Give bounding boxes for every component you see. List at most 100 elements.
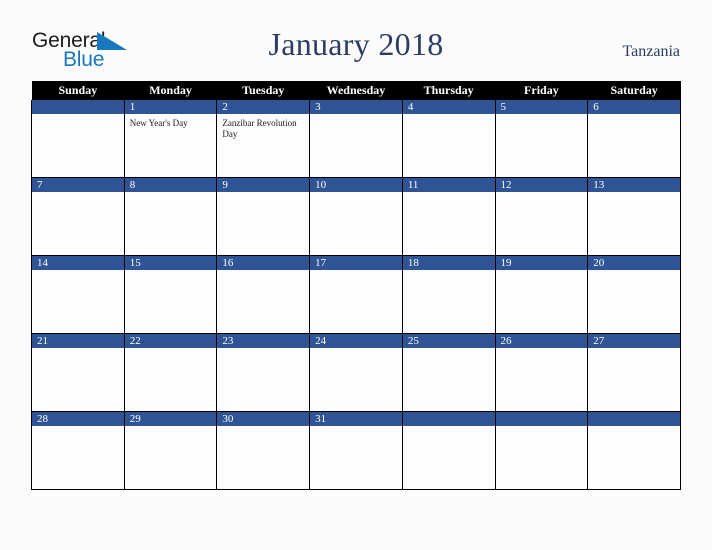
calendar-body: 1 New Year's Day 2 Zanzibar Revolution Day 3… [31,100,681,490]
day-number: 17 [310,256,402,270]
calendar-day-cell[interactable]: 7 [31,177,125,256]
day-events [125,270,217,274]
day-number: 22 [124,334,217,348]
day-events [588,426,680,430]
day-events [32,192,124,196]
calendar-day-cell[interactable] [587,411,681,490]
day-events [32,270,124,274]
calendar-day-cell[interactable]: 1 New Year's Day [123,100,218,178]
calendar-day-cell[interactable]: 4 [401,100,496,178]
calendar-day-cell[interactable]: 6 [587,100,681,178]
day-events [496,270,588,274]
calendar-day-cell[interactable]: 18 [401,255,496,334]
day-events [588,114,680,118]
calendar-week-row: 1 New Year's Day 2 Zanzibar Revolution Day 3… [31,100,681,178]
weekday-header-friday: Friday [495,81,588,100]
day-events: New Year's Day [125,114,217,129]
day-number [588,412,680,426]
day-events [588,270,680,274]
day-number: 9 [217,178,310,192]
day-number: 15 [124,256,217,270]
calendar-day-cell[interactable] [494,411,589,490]
holiday-event: Zanzibar Revolution Day [222,118,297,139]
calendar-day-cell[interactable]: 31 [309,411,403,490]
calendar-day-cell[interactable]: 12 [494,177,589,256]
calendar-day-cell[interactable]: 15 [123,255,218,334]
calendar-day-cell[interactable]: 3 [309,100,403,178]
day-number: 8 [124,178,217,192]
day-number: 4 [402,100,495,114]
calendar-day-cell[interactable]: 21 [31,333,125,412]
day-number: 10 [310,178,402,192]
day-number: 3 [310,100,402,114]
day-number [495,412,588,426]
calendar-week-row: 7 8 9 10 11 12 13 [31,177,681,256]
day-events [310,426,402,430]
calendar-day-cell[interactable]: 9 [216,177,311,256]
weekday-header-sunday: Sunday [31,81,125,100]
day-number [32,100,124,114]
day-events [403,192,495,196]
day-number: 20 [588,256,680,270]
calendar-day-cell[interactable]: 24 [309,333,403,412]
calendar-day-cell[interactable]: 11 [401,177,496,256]
calendar-day-cell[interactable]: 8 [123,177,218,256]
calendar-day-cell[interactable]: 17 [309,255,403,334]
calendar-day-cell[interactable] [401,411,496,490]
day-number: 30 [217,412,310,426]
calendar-day-cell[interactable] [31,100,125,178]
day-events [496,192,588,196]
calendar-day-cell[interactable]: 27 [587,333,681,412]
day-number: 1 [124,100,217,114]
day-number: 5 [495,100,588,114]
calendar-day-cell[interactable]: 29 [123,411,218,490]
calendar-day-cell[interactable]: 19 [494,255,589,334]
day-number: 19 [495,256,588,270]
weekday-header-wednesday: Wednesday [309,81,403,100]
day-events [588,348,680,352]
calendar-day-cell[interactable]: 25 [401,333,496,412]
day-events [310,270,402,274]
calendar-day-cell[interactable]: 13 [587,177,681,256]
day-number [402,412,495,426]
day-events [310,192,402,196]
day-number: 2 [217,100,310,114]
page-title: January 2018 [268,26,444,62]
day-number: 6 [588,100,680,114]
day-events [32,348,124,352]
day-events [217,348,309,352]
calendar-table: Sunday Monday Tuesday Wednesday Thursday Frid… [31,81,681,490]
day-number: 18 [402,256,495,270]
calendar-day-cell[interactable]: 23 [216,333,311,412]
calendar-week-row: 21 22 23 24 25 26 27 [31,333,681,412]
day-events [496,114,588,118]
calendar-week-row: 14 15 16 17 18 19 20 [31,255,681,334]
day-number: 7 [32,178,124,192]
calendar-day-cell[interactable]: 22 [123,333,218,412]
calendar-day-cell[interactable]: 28 [31,411,125,490]
calendar-day-cell[interactable]: 10 [309,177,403,256]
day-events [403,114,495,118]
day-number: 24 [310,334,402,348]
day-events [403,426,495,430]
calendar-day-cell[interactable]: 26 [494,333,589,412]
calendar-day-cell[interactable]: 16 [216,255,311,334]
day-events [125,192,217,196]
calendar-day-cell[interactable]: 5 [494,100,589,178]
day-number: 26 [495,334,588,348]
day-events [403,270,495,274]
calendar-day-cell[interactable]: 14 [31,255,125,334]
day-events [310,348,402,352]
calendar-day-cell[interactable]: 2 Zanzibar Revolution Day [216,100,311,178]
day-number: 23 [217,334,310,348]
day-events: Zanzibar Revolution Day [217,114,309,140]
day-events [588,192,680,196]
page-header: General Blue January 2018 Tanzania [0,0,712,78]
day-events [217,426,309,430]
calendar-page: General Blue January 2018 Tanzania Sunda… [0,0,712,550]
calendar-day-cell[interactable]: 30 [216,411,311,490]
day-number: 31 [310,412,402,426]
calendar-week-row: 28 29 30 31 [31,411,681,490]
calendar-day-cell[interactable]: 20 [587,255,681,334]
calendar-container: Sunday Monday Tuesday Wednesday Thursday Frid… [31,81,681,490]
